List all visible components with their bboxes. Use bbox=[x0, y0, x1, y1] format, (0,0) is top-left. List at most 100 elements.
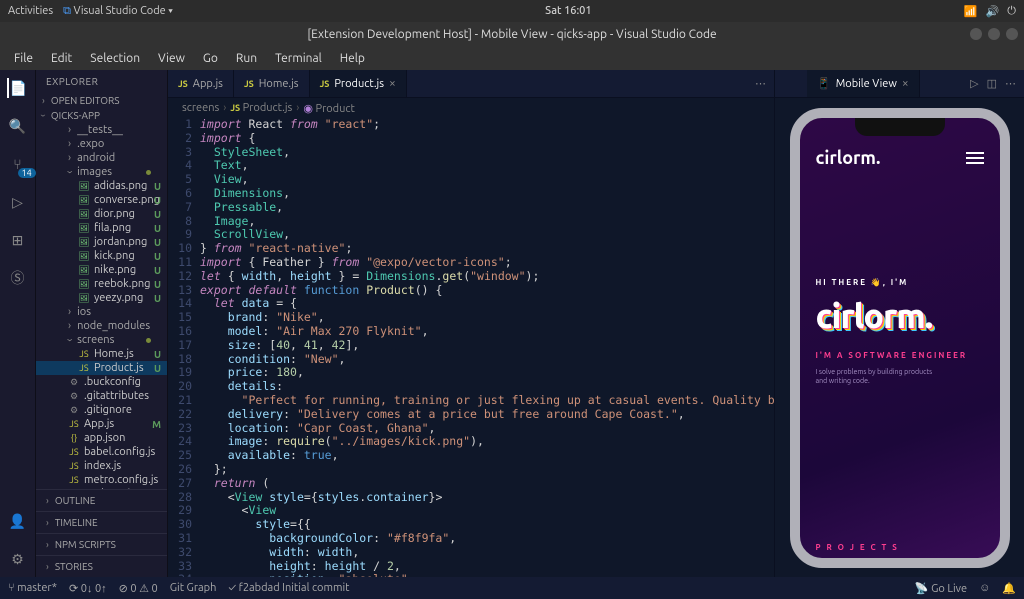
tree-item[interactable]: android bbox=[36, 151, 167, 165]
menu-go[interactable]: Go bbox=[195, 50, 226, 67]
window-titlebar: [Extension Development Host] - Mobile Vi… bbox=[0, 22, 1024, 46]
tree-item[interactable]: JSProduct.jsU bbox=[36, 361, 167, 375]
tree-item-label: dior.png bbox=[94, 208, 135, 220]
js-icon: JS bbox=[178, 79, 188, 89]
gear-icon[interactable]: ⚙ bbox=[8, 549, 28, 569]
split-icon[interactable]: ◫ bbox=[987, 77, 997, 90]
tree-item[interactable]: ios bbox=[36, 305, 167, 319]
tree-item[interactable]: JSindex.js bbox=[36, 459, 167, 473]
tree-item[interactable]: ⚙.gitattributes bbox=[36, 389, 167, 403]
tree-item-label: .gitignore bbox=[84, 404, 132, 416]
open-editors-section[interactable]: OPEN EDITORS bbox=[36, 93, 167, 108]
extensions-icon[interactable]: ⊞ bbox=[8, 230, 28, 250]
tree-item-label: adidas.png bbox=[94, 180, 147, 192]
tab-home-js[interactable]: JSHome.js bbox=[234, 70, 310, 97]
commit-indicator[interactable]: ✓ f2abdad Initial commit bbox=[228, 582, 349, 594]
tree-item-label: reebok.png bbox=[94, 278, 151, 290]
tree-item[interactable]: {}app.json bbox=[36, 431, 167, 445]
section-outline[interactable]: OUTLINE bbox=[36, 489, 167, 511]
menu-edit[interactable]: Edit bbox=[43, 50, 80, 67]
tree-item[interactable]: images bbox=[36, 165, 167, 179]
menu-help[interactable]: Help bbox=[332, 50, 373, 67]
branch-indicator[interactable]: ⑂ master* bbox=[8, 582, 57, 594]
story-icon[interactable]: Ⓢ bbox=[8, 268, 28, 288]
tab-product-js[interactable]: JSProduct.js× bbox=[310, 70, 407, 97]
tree-item[interactable]: ⚙.gitignore bbox=[36, 403, 167, 417]
search-icon[interactable]: 🔍 bbox=[8, 116, 28, 136]
tree-item-label: node_modules bbox=[77, 320, 150, 332]
topbar-app[interactable]: ⧉ Visual Studio Code ▾ bbox=[63, 5, 173, 18]
tree-item-label: fila.png bbox=[94, 222, 131, 234]
menu-terminal[interactable]: Terminal bbox=[267, 50, 330, 67]
debug-icon[interactable]: ▷ bbox=[8, 192, 28, 212]
tree-item-label: images bbox=[77, 166, 112, 178]
tree-item[interactable]: 🖼reebok.pngU bbox=[36, 277, 167, 291]
volume-icon[interactable]: 🔊 bbox=[986, 5, 1000, 18]
tree-item-label: yeezy.png bbox=[94, 292, 143, 304]
menu-run[interactable]: Run bbox=[228, 50, 265, 67]
tree-item[interactable]: __tests__ bbox=[36, 123, 167, 137]
tree-item[interactable]: 🖼jordan.pngU bbox=[36, 235, 167, 249]
tree-item[interactable]: JSApp.jsM bbox=[36, 417, 167, 431]
bell-icon[interactable]: 🔔 bbox=[1002, 582, 1016, 595]
tree-item-label: metro.config.js bbox=[84, 474, 158, 486]
close-icon[interactable]: × bbox=[389, 77, 396, 90]
section-timeline[interactable]: TIMELINE bbox=[36, 511, 167, 533]
scm-icon[interactable]: ⑂ bbox=[8, 154, 28, 174]
tree-item[interactable]: node_modules bbox=[36, 319, 167, 333]
hamburger-icon[interactable] bbox=[966, 149, 984, 167]
code-editor[interactable]: 1234567891011121314151617181920212223242… bbox=[168, 118, 774, 577]
breadcrumbs[interactable]: screens›JS Product.js›◉ Product bbox=[168, 98, 774, 118]
maximize-button[interactable] bbox=[988, 28, 1000, 40]
menu-file[interactable]: File bbox=[6, 50, 41, 67]
tree-item[interactable]: 🖼kick.pngU bbox=[36, 249, 167, 263]
tree-item[interactable]: 🖼dior.pngU bbox=[36, 207, 167, 221]
tree-item[interactable]: 🖼converse.pngU bbox=[36, 193, 167, 207]
root-folder[interactable]: QICKS-APP bbox=[36, 108, 167, 123]
tree-item[interactable]: JSHome.jsU bbox=[36, 347, 167, 361]
tree-item-label: .expo bbox=[77, 138, 104, 150]
clock[interactable]: Sat 16:01 bbox=[545, 5, 591, 17]
tree-item[interactable]: {}package.jsonM bbox=[36, 487, 167, 489]
breadcrumb-item[interactable]: screens bbox=[182, 102, 219, 114]
section-npm-scripts[interactable]: NPM SCRIPTS bbox=[36, 533, 167, 555]
tree-item[interactable]: screens bbox=[36, 333, 167, 347]
close-icon[interactable]: × bbox=[902, 77, 909, 90]
preview-pane: 📱 Mobile View × ▷ ◫ ⋯ cirlorm. bbox=[774, 70, 1024, 577]
minimize-button[interactable] bbox=[970, 28, 982, 40]
run-icon[interactable]: ▷ bbox=[970, 77, 978, 90]
golive-button[interactable]: 📡 Go Live bbox=[915, 582, 967, 595]
gitgraph-button[interactable]: Git Graph bbox=[170, 582, 217, 594]
tree-item-label: .buckconfig bbox=[84, 376, 141, 388]
more-icon[interactable]: ⋯ bbox=[1005, 77, 1016, 90]
tree-item[interactable]: 🖼fila.pngU bbox=[36, 221, 167, 235]
menu-view[interactable]: View bbox=[150, 50, 193, 67]
more-icon[interactable]: ⋯ bbox=[755, 77, 766, 90]
tab-mobile-view[interactable]: 📱 Mobile View × bbox=[807, 70, 920, 97]
tree-item[interactable]: ⚙.buckconfig bbox=[36, 375, 167, 389]
tree-item[interactable]: 🖼adidas.pngU bbox=[36, 179, 167, 193]
network-icon[interactable]: 📶 bbox=[964, 5, 978, 18]
tree-item[interactable]: JSbabel.config.js bbox=[36, 445, 167, 459]
tree-item[interactable]: JSmetro.config.js bbox=[36, 473, 167, 487]
problems-indicator[interactable]: ⊘ 0 ⚠ 0 bbox=[119, 582, 158, 595]
account-icon[interactable]: 👤 bbox=[8, 511, 28, 531]
tree-item-label: Product.js bbox=[94, 362, 144, 374]
tree-item-label: screens bbox=[77, 334, 114, 346]
tree-item-label: App.js bbox=[84, 418, 114, 430]
tree-item[interactable]: 🖼nike.pngU bbox=[36, 263, 167, 277]
menu-selection[interactable]: Selection bbox=[82, 50, 148, 67]
tab-app-js[interactable]: JSApp.js bbox=[168, 70, 234, 97]
feedback-icon[interactable]: ☺ bbox=[979, 582, 990, 595]
close-window-button[interactable] bbox=[1006, 28, 1018, 40]
sync-indicator[interactable]: ⟳ 0↓ 0↑ bbox=[69, 582, 107, 595]
tree-item[interactable]: 🖼yeezy.pngU bbox=[36, 291, 167, 305]
power-icon[interactable]: ⏻ bbox=[1007, 5, 1016, 18]
tree-item-label: jordan.png bbox=[94, 236, 147, 248]
section-stories[interactable]: STORIES bbox=[36, 555, 167, 577]
breadcrumb-item[interactable]: JS Product.js bbox=[230, 102, 292, 114]
explorer-icon[interactable]: 📄 bbox=[7, 78, 27, 98]
activities-button[interactable]: Activities bbox=[8, 5, 53, 17]
tree-item[interactable]: .expo bbox=[36, 137, 167, 151]
breadcrumb-item[interactable]: ◉ Product bbox=[303, 102, 354, 115]
